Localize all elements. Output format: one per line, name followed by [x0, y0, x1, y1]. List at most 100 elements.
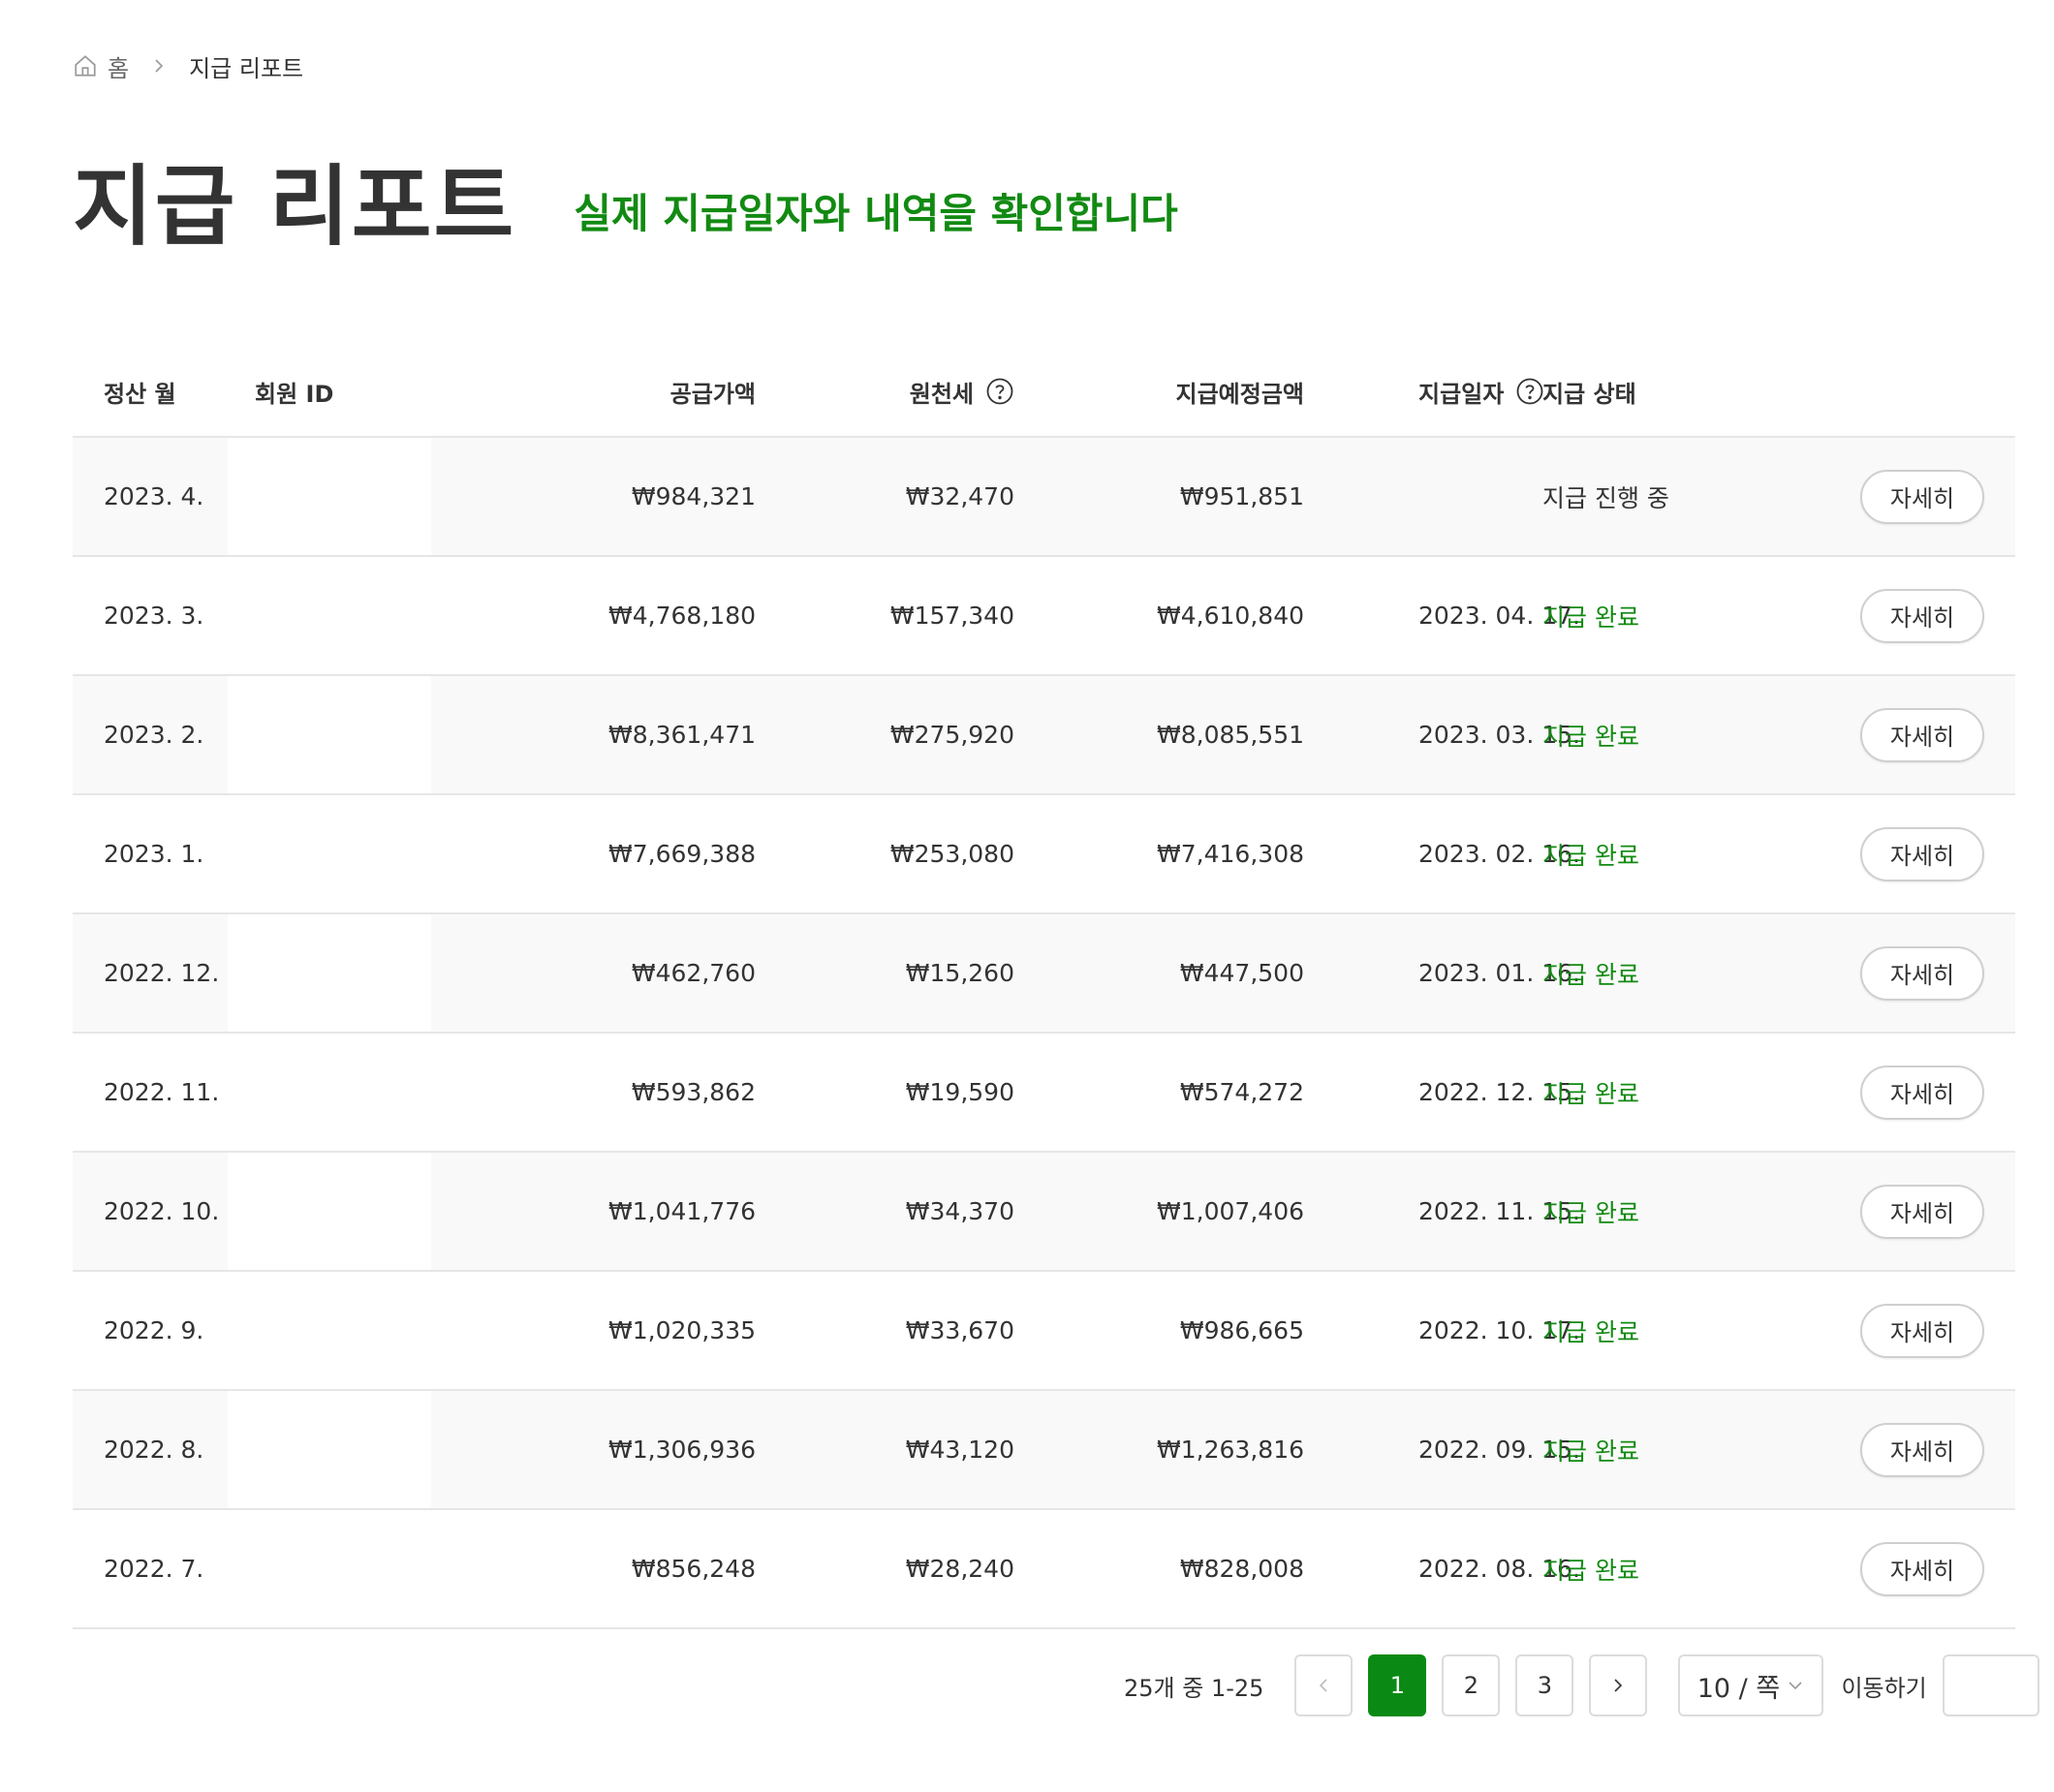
page-subtitle: 실제 지급일자와 내역을 확인합니다 — [574, 189, 1178, 237]
page-size-value: 10 / 쪽 — [1696, 1673, 1781, 1704]
cell-tax: ₩43,120 — [905, 1436, 1014, 1464]
cell-member-id — [228, 914, 431, 1032]
cell-supply: ₩1,020,335 — [608, 1316, 756, 1344]
detail-button[interactable]: 자세히 — [1860, 945, 1984, 1001]
page-button-2[interactable]: 2 — [1442, 1654, 1501, 1716]
cell-status: 지급 진행 중 — [1542, 483, 1669, 512]
cell-member-id — [228, 795, 431, 912]
table-row: 2022. 10. ₩1,041,776 ₩34,370 ₩1,007,406 … — [73, 1153, 2015, 1272]
page-button-3[interactable]: 3 — [1515, 1654, 1574, 1716]
help-icon[interactable] — [1515, 377, 1544, 406]
cell-status: 지급 완료 — [1542, 1198, 1639, 1227]
home-icon[interactable] — [73, 53, 98, 78]
cell-member-id — [228, 557, 431, 674]
cell-status: 지급 완료 — [1542, 1437, 1639, 1466]
table-row: 2022. 8. ₩1,306,936 ₩43,120 ₩1,263,816 2… — [73, 1391, 2015, 1510]
col-header-month: 정산 월 — [104, 380, 176, 408]
cell-supply: ₩8,361,471 — [608, 721, 756, 749]
cell-expected: ₩7,416,308 — [1157, 840, 1304, 868]
page-button-1[interactable]: 1 — [1368, 1654, 1427, 1716]
cell-date: 2023. 02. 16. — [1418, 840, 1580, 868]
cell-date: 2022. 08. 16. — [1418, 1555, 1580, 1583]
detail-button[interactable]: 자세히 — [1860, 1065, 1984, 1120]
cell-date: 2022. 10. 17. — [1418, 1316, 1580, 1344]
help-icon[interactable] — [985, 377, 1014, 406]
detail-button[interactable]: 자세히 — [1860, 469, 1984, 524]
col-header-member: 회원 ID — [255, 380, 334, 408]
breadcrumb-home[interactable]: 홈 — [108, 49, 129, 83]
detail-button[interactable]: 자세히 — [1860, 1541, 1984, 1596]
detail-button[interactable]: 자세히 — [1860, 826, 1984, 881]
cell-date: 2023. 03. 15. — [1418, 721, 1580, 749]
col-header-supply: 공급가액 — [669, 380, 756, 408]
cell-tax: ₩32,470 — [905, 482, 1014, 510]
chevron-down-icon — [1786, 1676, 1805, 1695]
cell-member-id — [228, 1153, 431, 1270]
cell-date: 2022. 09. 15. — [1418, 1436, 1580, 1464]
cell-member-id — [228, 1510, 431, 1627]
detail-button[interactable]: 자세히 — [1860, 707, 1984, 762]
cell-date: 2023. 01. 16. — [1418, 959, 1580, 987]
col-header-expected: 지급예정금액 — [1175, 380, 1304, 408]
cell-month: 2022. 8. — [104, 1436, 204, 1464]
page-title: 지급 리포트 — [73, 156, 516, 258]
cell-date: 2023. 04. 17. — [1418, 602, 1580, 630]
table-row: 2022. 12. ₩462,760 ₩15,260 ₩447,500 2023… — [73, 914, 2015, 1034]
cell-supply: ₩593,862 — [631, 1078, 756, 1106]
goto-page-input[interactable] — [1942, 1654, 2039, 1716]
cell-status: 지급 완료 — [1542, 722, 1639, 751]
cell-month: 2023. 2. — [104, 721, 204, 749]
detail-button[interactable]: 자세히 — [1860, 588, 1984, 643]
detail-button[interactable]: 자세히 — [1860, 1303, 1984, 1358]
table-row: 2022. 11. ₩593,862 ₩19,590 ₩574,272 2022… — [73, 1034, 2015, 1153]
cell-status: 지급 완료 — [1542, 1079, 1639, 1108]
cell-month: 2023. 1. — [104, 840, 204, 868]
next-page-button[interactable] — [1589, 1654, 1648, 1716]
cell-tax: ₩253,080 — [889, 840, 1014, 868]
cell-supply: ₩462,760 — [631, 959, 756, 987]
cell-month: 2022. 12. — [104, 959, 220, 987]
cell-member-id — [228, 676, 431, 793]
cell-month: 2022. 9. — [104, 1316, 204, 1344]
cell-supply: ₩984,321 — [631, 482, 756, 510]
page-size-select[interactable]: 10 / 쪽 — [1678, 1654, 1824, 1716]
cell-tax: ₩15,260 — [905, 959, 1014, 987]
cell-month: 2023. 4. — [104, 482, 204, 510]
cell-expected: ₩8,085,551 — [1157, 721, 1304, 749]
cell-date: 2022. 12. 15. — [1418, 1078, 1580, 1106]
cell-status: 지급 완료 — [1542, 602, 1639, 632]
cell-expected: ₩447,500 — [1179, 959, 1304, 987]
col-header-tax-label: 원천세 — [909, 380, 974, 408]
col-header-tax: 원천세 — [756, 375, 1014, 409]
cell-status: 지급 완료 — [1542, 960, 1639, 989]
cell-status: 지급 완료 — [1542, 1556, 1639, 1585]
cell-member-id — [228, 438, 431, 555]
table-row: 2022. 7. ₩856,248 ₩28,240 ₩828,008 2022.… — [73, 1510, 2015, 1629]
prev-page-button[interactable] — [1294, 1654, 1354, 1716]
table-row: 2023. 3. ₩4,768,180 ₩157,340 ₩4,610,840 … — [73, 557, 2015, 676]
table-row: 2023. 2. ₩8,361,471 ₩275,920 ₩8,085,551 … — [73, 676, 2015, 795]
col-header-date-label: 지급일자 — [1418, 380, 1505, 408]
cell-tax: ₩157,340 — [889, 602, 1014, 630]
cell-supply: ₩4,768,180 — [608, 602, 756, 630]
cell-expected: ₩574,272 — [1179, 1078, 1304, 1106]
detail-button[interactable]: 자세히 — [1860, 1184, 1984, 1239]
cell-supply: ₩7,669,388 — [608, 840, 756, 868]
breadcrumb-current: 지급 리포트 — [189, 54, 304, 82]
detail-button[interactable]: 자세히 — [1860, 1422, 1984, 1477]
cell-member-id — [228, 1034, 431, 1151]
cell-tax: ₩34,370 — [905, 1197, 1014, 1225]
table-row: 2023. 4. ₩984,321 ₩32,470 ₩951,851 지급 진행… — [73, 438, 2015, 557]
cell-supply: ₩1,041,776 — [608, 1197, 756, 1225]
cell-status: 지급 완료 — [1542, 1317, 1639, 1346]
cell-member-id — [228, 1272, 431, 1389]
cell-month: 2022. 7. — [104, 1555, 204, 1583]
breadcrumb: 홈 지급 리포트 — [73, 49, 304, 83]
col-header-status: 지급 상태 — [1542, 380, 1636, 408]
cell-supply: ₩1,306,936 — [608, 1436, 756, 1464]
cell-month: 2022. 11. — [104, 1078, 220, 1106]
cell-month: 2022. 10. — [104, 1197, 220, 1225]
cell-expected: ₩951,851 — [1179, 482, 1304, 510]
chevron-right-icon — [1614, 1679, 1623, 1692]
cell-expected: ₩986,665 — [1179, 1316, 1304, 1344]
